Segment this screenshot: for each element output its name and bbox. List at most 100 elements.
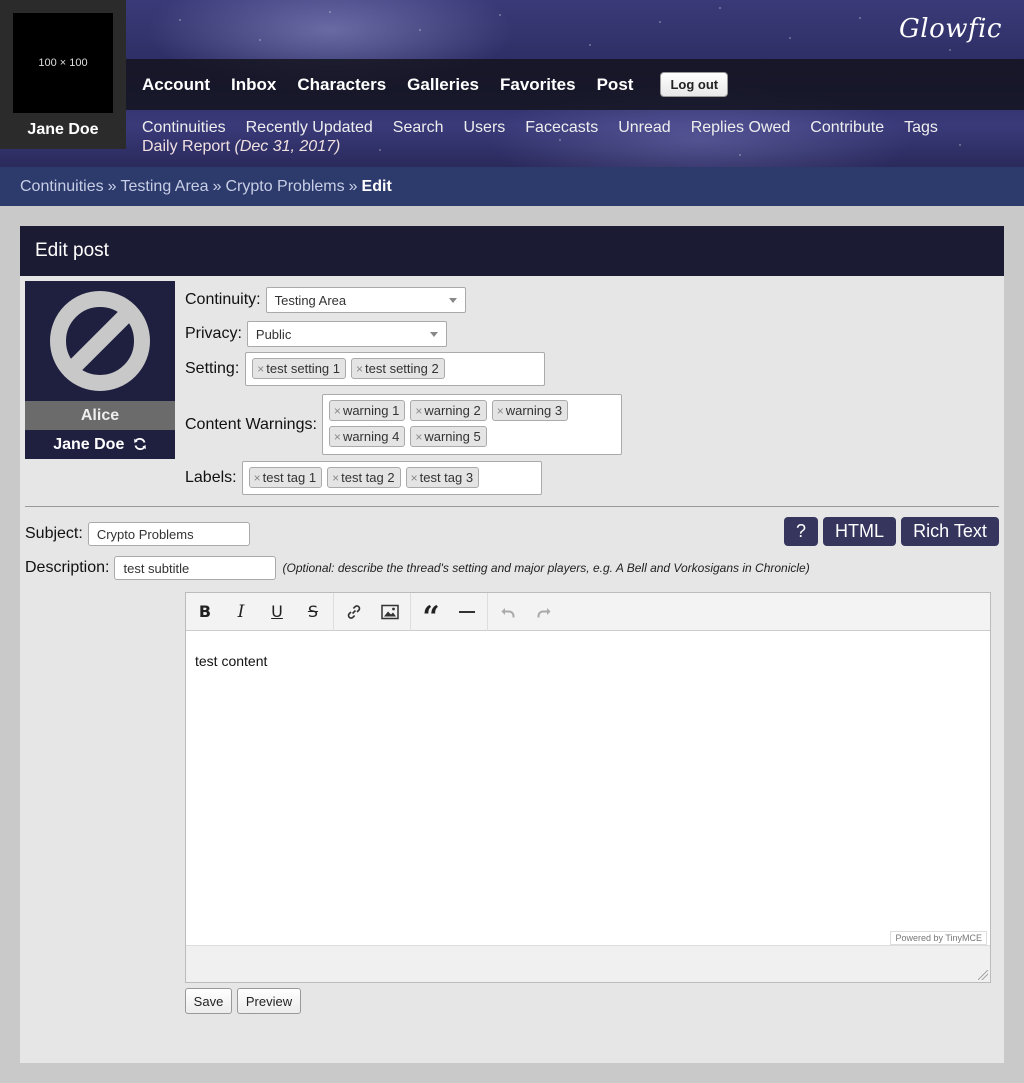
resize-handle-icon[interactable] — [978, 970, 988, 980]
toolbar-separator — [487, 592, 488, 631]
description-input[interactable]: test subtitle — [114, 556, 277, 580]
swap-icon[interactable] — [133, 432, 147, 461]
editor-content[interactable]: test content — [186, 631, 990, 931]
preview-button[interactable]: Preview — [237, 988, 301, 1014]
remove-tag-icon[interactable]: × — [356, 362, 363, 376]
horizontal-rule-icon[interactable] — [449, 595, 485, 629]
labels-row: Labels: × test tag 1 × test tag 2 × test ta… — [185, 461, 542, 495]
nav-inbox[interactable]: Inbox — [231, 75, 276, 95]
help-button[interactable]: ? — [784, 517, 818, 546]
strikethrough-icon[interactable]: S — [295, 595, 331, 629]
remove-tag-icon[interactable]: × — [334, 404, 341, 418]
warning-tag[interactable]: × warning 5 — [410, 426, 487, 447]
breadcrumb-separator: » — [107, 178, 117, 195]
subnav-search[interactable]: Search — [393, 119, 444, 137]
remove-tag-icon[interactable]: × — [254, 471, 261, 485]
site-logo[interactable]: Glowfic — [899, 14, 1002, 44]
label-tag[interactable]: × test tag 3 — [405, 467, 480, 488]
content-warnings-tag-input[interactable]: × warning 1 × warning 2 × warning 3 × warnin… — [321, 394, 622, 455]
privacy-select[interactable]: Public — [246, 321, 447, 347]
html-mode-button[interactable]: HTML — [823, 517, 896, 546]
rich-text-editor[interactable]: B I U S “ test content Powered by TinyMC… — [185, 592, 991, 983]
subnav-recently-updated[interactable]: Recently Updated — [246, 119, 373, 137]
remove-tag-icon[interactable]: × — [415, 404, 422, 418]
tag-label: warning 4 — [342, 429, 400, 444]
setting-tag[interactable]: × test setting 2 — [351, 358, 445, 379]
tag-label: warning 2 — [424, 403, 481, 418]
subnav-contribute[interactable]: Contribute — [810, 119, 884, 137]
subnav-unread[interactable]: Unread — [618, 119, 670, 137]
undo-icon[interactable] — [490, 595, 526, 629]
divider — [25, 506, 999, 507]
nav-favorites[interactable]: Favorites — [500, 75, 576, 95]
breadcrumb-separator: » — [212, 178, 222, 195]
nav-account[interactable]: Account — [142, 75, 210, 95]
editor-toolbar: B I U S “ — [186, 592, 990, 632]
remove-tag-icon[interactable]: × — [497, 404, 504, 418]
nav-characters[interactable]: Characters — [297, 75, 386, 95]
user-avatar-block[interactable]: 100 × 100 Jane Doe — [0, 0, 126, 149]
labels-label: Labels: — [185, 469, 237, 486]
current-user-name[interactable]: Jane Doe — [0, 121, 126, 139]
remove-tag-icon[interactable]: × — [332, 471, 339, 485]
nav-galleries[interactable]: Galleries — [407, 75, 479, 95]
italic-icon[interactable]: I — [223, 595, 259, 629]
remove-tag-icon[interactable]: × — [257, 362, 264, 376]
continuity-value: Testing Area — [274, 292, 347, 308]
subnav-users[interactable]: Users — [464, 119, 506, 137]
warning-tag[interactable]: × warning 3 — [491, 400, 569, 421]
description-row: Description: test subtitle (Optional: de… — [25, 556, 810, 580]
breadcrumb: Continuities» Testing Area» Crypto Problem… — [0, 167, 1024, 206]
page-title: Edit post — [20, 226, 1004, 276]
subnav-facecasts[interactable]: Facecasts — [525, 119, 598, 137]
label-tag[interactable]: × test tag 1 — [248, 467, 323, 488]
logout-button[interactable]: Log out — [660, 72, 729, 97]
setting-tag[interactable]: × test setting 1 — [252, 358, 346, 379]
edit-post-panel: Edit post Alice Jane Doe Continuity: Tes… — [20, 226, 1004, 1063]
breadcrumb-testing-area[interactable]: Testing Area — [121, 178, 209, 195]
subnav-continuities[interactable]: Continuities — [142, 119, 226, 137]
subnav-replies-owed[interactable]: Replies Owed — [691, 119, 791, 137]
character-selector[interactable]: Alice Jane Doe — [25, 281, 175, 459]
bold-icon[interactable]: B — [187, 595, 223, 629]
site-header: 100 × 100 Jane Doe Glowfic Account Inbox… — [0, 0, 1024, 167]
continuity-select[interactable]: Testing Area — [265, 287, 466, 313]
warning-tag[interactable]: × warning 4 — [328, 426, 406, 447]
tag-label: test setting 2 — [365, 361, 439, 376]
remove-tag-icon[interactable]: × — [411, 471, 418, 485]
daily-report-label[interactable]: Daily Report — [142, 138, 230, 155]
nav-post[interactable]: Post — [597, 75, 634, 95]
breadcrumb-continuities[interactable]: Continuities — [20, 178, 104, 195]
character-user-row[interactable]: Jane Doe — [25, 430, 175, 459]
blockquote-icon[interactable]: “ — [413, 595, 449, 632]
underline-icon[interactable]: U — [259, 595, 295, 629]
character-icon-area[interactable] — [25, 281, 175, 401]
warning-tag[interactable]: × warning 1 — [328, 400, 406, 421]
privacy-row: Privacy: Public — [185, 321, 447, 347]
warning-tag[interactable]: × warning 2 — [410, 400, 487, 421]
label-tag[interactable]: × test tag 2 — [327, 467, 401, 488]
setting-tag-input[interactable]: × test setting 1 × test setting 2 — [245, 352, 546, 386]
remove-tag-icon[interactable]: × — [415, 430, 422, 444]
subnav-tags[interactable]: Tags — [904, 119, 938, 137]
editor-statusbar — [186, 945, 990, 982]
content-warnings-row: Content Warnings: × warning 1 × warning 2 … — [185, 394, 622, 455]
avatar[interactable]: 100 × 100 — [13, 13, 113, 113]
rich-text-mode-button[interactable]: Rich Text — [901, 517, 999, 546]
daily-report-date: (Dec 31, 2017) — [234, 138, 341, 155]
powered-by-tinymce[interactable]: Powered by TinyMCE — [890, 931, 987, 945]
labels-tag-input[interactable]: × test tag 1 × test tag 2 × test tag 3 — [241, 461, 542, 495]
image-icon[interactable] — [372, 595, 408, 629]
character-user-name: Jane Doe — [53, 436, 125, 453]
save-button[interactable]: Save — [185, 988, 232, 1014]
daily-report-link[interactable]: Daily Report (Dec 31, 2017) — [142, 138, 1002, 156]
remove-tag-icon[interactable]: × — [334, 430, 341, 444]
tag-label: warning 3 — [505, 403, 563, 418]
toolbar-separator — [410, 592, 411, 631]
character-name[interactable]: Alice — [25, 401, 175, 430]
link-icon[interactable] — [336, 595, 372, 629]
redo-icon[interactable] — [526, 595, 562, 629]
breadcrumb-crypto-problems[interactable]: Crypto Problems — [225, 178, 344, 195]
subject-input[interactable]: Crypto Problems — [87, 522, 250, 546]
toolbar-separator — [333, 592, 334, 631]
